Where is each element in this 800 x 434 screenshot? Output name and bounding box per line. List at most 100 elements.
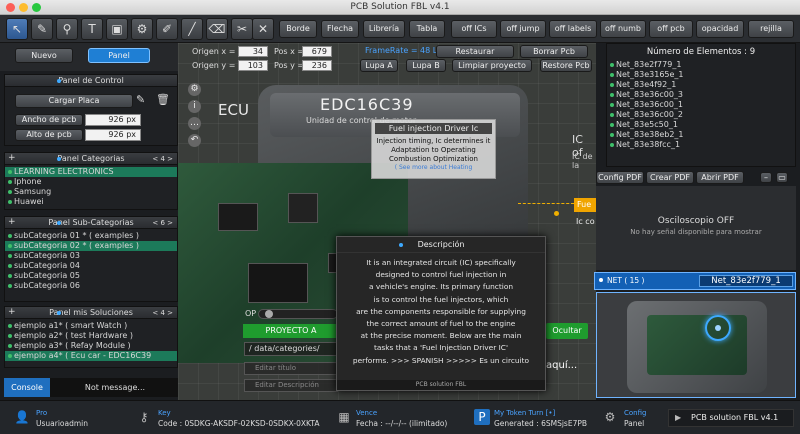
minimize-window-button[interactable] xyxy=(19,3,28,12)
brush-icon[interactable]: ✐ xyxy=(156,18,178,40)
lupa-b-button[interactable]: Lupa B xyxy=(406,59,446,72)
list-item[interactable]: subCategoria 04 xyxy=(5,261,177,271)
pos-x-field[interactable]: 679 xyxy=(302,46,332,57)
list-item[interactable]: Net_83e38eb2_1 xyxy=(607,130,795,140)
list-item[interactable]: ejemplo a4* ( Ecu car - EDC16C39 xyxy=(5,351,177,361)
gear-icon[interactable]: ⚙ xyxy=(602,409,618,425)
ancho-field[interactable]: 926 px xyxy=(85,114,141,126)
list-item[interactable]: LEARNING ELECTRONICS xyxy=(5,167,177,177)
tooltip-card: Fuel injection Driver Ic Injection timin… xyxy=(371,119,496,179)
config-pdf-button[interactable]: Config PDF xyxy=(596,171,644,184)
crear-pdf-button[interactable]: Crear PDF xyxy=(646,171,694,184)
fuel-label-box[interactable]: Fue xyxy=(574,198,596,212)
list-item[interactable]: Net_83e5c50_1 xyxy=(607,120,795,130)
list-item[interactable]: Net_83e3165e_1 xyxy=(607,70,795,80)
maximize-window-button[interactable] xyxy=(32,3,41,12)
chat-icon[interactable]: … xyxy=(188,117,201,130)
pin-icon[interactable]: ⚲ xyxy=(56,18,78,40)
borde-button[interactable]: Borde xyxy=(279,20,317,38)
list-item[interactable]: Net_83e38fcc_1 xyxy=(607,140,795,150)
rejilla-button[interactable]: rejilla xyxy=(748,20,794,38)
off-jump-button[interactable]: off jump xyxy=(500,20,546,38)
libreria-button[interactable]: Librería xyxy=(363,20,405,38)
add-icon[interactable]: + xyxy=(8,152,16,164)
console-tab[interactable]: Console xyxy=(4,378,50,397)
pencil-icon[interactable]: ✎ xyxy=(31,18,53,40)
line-icon[interactable]: ╱ xyxy=(181,18,203,40)
list-item[interactable]: subCategoria 02 * ( examples ) xyxy=(5,241,177,251)
chip-icon[interactable]: ▣ xyxy=(106,18,128,40)
token-value: Generated : 6SMSjsE7PB xyxy=(494,419,588,428)
op-slider[interactable] xyxy=(258,309,338,319)
abrir-pdf-button[interactable]: Abrir PDF xyxy=(696,171,744,184)
soluciones-pager[interactable]: < 4 > xyxy=(152,307,173,319)
list-item[interactable]: Net_83e36c00_2 xyxy=(607,110,795,120)
brush-icon[interactable]: ✎ xyxy=(136,93,150,107)
list-item[interactable]: Net_83e4f92_1 xyxy=(607,80,795,90)
list-item[interactable]: subCategoria 01 * ( examples ) xyxy=(5,231,177,241)
editar-titulo-field[interactable]: Editar título xyxy=(244,362,338,375)
borrar-pcb-button[interactable]: Borrar Pcb xyxy=(520,45,588,58)
expand-panel-icon[interactable]: ▭ xyxy=(776,172,788,183)
list-item[interactable]: ejemplo a3* ( Refay Module ) xyxy=(5,341,177,351)
net-name-field[interactable]: Net_83e2f779_1 xyxy=(699,275,793,287)
restaurar-button[interactable]: Restaurar xyxy=(436,45,514,58)
list-item[interactable]: ejemplo a1* ( smart Watch ) xyxy=(5,321,177,331)
list-item[interactable]: ejemplo a2* ( test Hardware ) xyxy=(5,331,177,341)
path-field[interactable]: / data/categories/ xyxy=(244,342,338,356)
eraser-icon[interactable]: ⌫ xyxy=(206,18,228,40)
pos-x-label: Pos x = xyxy=(274,47,305,56)
alto-field[interactable]: 926 px xyxy=(85,129,141,141)
window-title: PCB Solution FBL v4.1 xyxy=(350,2,450,12)
info-icon[interactable]: i xyxy=(188,100,201,113)
categorias-pager[interactable]: < 4 > xyxy=(152,153,173,165)
off-ics-button[interactable]: off ICs xyxy=(451,20,497,38)
add-icon[interactable]: + xyxy=(8,216,16,228)
off-numb-button[interactable]: off numb xyxy=(600,20,646,38)
list-item[interactable]: Net_83e2f779_1 xyxy=(607,60,795,70)
gear-icon[interactable]: ⚙ xyxy=(188,83,201,96)
project-button[interactable]: PROYECTO A xyxy=(243,324,339,338)
undo-icon[interactable]: ↶ xyxy=(188,134,201,147)
off-pcb-button[interactable]: off pcb xyxy=(649,20,693,38)
off-labels-button[interactable]: off labels xyxy=(549,20,597,38)
tool-icon[interactable]: ✂ xyxy=(231,18,253,40)
editar-descripcion-field[interactable]: Editar Descripción xyxy=(244,379,338,392)
close-window-button[interactable] xyxy=(6,3,15,12)
flecha-button[interactable]: Flecha xyxy=(321,20,359,38)
elementos-title: Número de Elementos : 9 xyxy=(646,47,756,57)
list-item[interactable]: subCategoria 03 xyxy=(5,251,177,261)
cargar-placa-button[interactable]: Cargar Placa xyxy=(15,94,133,108)
panel-tab[interactable]: Panel xyxy=(88,48,150,63)
lupa-a-button[interactable]: Lupa A xyxy=(360,59,398,72)
minimize-panel-icon[interactable]: – xyxy=(760,172,772,183)
opacidad-button[interactable]: opacidad xyxy=(696,20,744,38)
limpiar-proyecto-button[interactable]: Limpiar proyecto xyxy=(452,59,532,72)
list-item[interactable]: Net_83e36c00_1 xyxy=(607,100,795,110)
component-icon[interactable]: ⚙ xyxy=(131,18,153,40)
pointer-icon[interactable]: ↖ xyxy=(6,18,28,40)
list-item[interactable]: Iphone xyxy=(5,177,177,187)
list-item[interactable]: subCategoria 05 xyxy=(5,271,177,281)
subcategorias-pager[interactable]: < 6 > xyxy=(152,217,173,229)
ocultar-button[interactable]: Ocultar xyxy=(546,323,588,339)
list-item[interactable]: Samsung xyxy=(5,187,177,197)
text-icon[interactable]: T xyxy=(81,18,103,40)
net-preview[interactable] xyxy=(596,292,796,398)
origen-x-field[interactable]: 34 xyxy=(238,46,268,57)
tooltip-link[interactable]: ( See more about Heating xyxy=(372,164,495,172)
trash-icon[interactable]: 🗑 xyxy=(156,93,170,107)
vence-value: Fecha : --/--/-- (ilimitado) xyxy=(356,419,448,428)
nuevo-tab[interactable]: Nuevo xyxy=(15,48,73,63)
wrench-icon[interactable]: ✕ xyxy=(252,18,274,40)
list-item[interactable]: Net_83e36c00_3 xyxy=(607,90,795,100)
list-item[interactable]: Huawei xyxy=(5,197,177,207)
add-icon[interactable]: + xyxy=(8,306,16,318)
net-bar[interactable]: NET ( 15 ) Net_83e2f779_1 xyxy=(594,272,796,290)
app-badge: ▶ PCB solution FBL v4.1 xyxy=(668,409,794,427)
restore-pcb-button[interactable]: Restore Pcb xyxy=(540,59,592,72)
ancho-label: Ancho de pcb xyxy=(15,114,83,126)
tabla-button[interactable]: Tabla xyxy=(409,20,445,38)
list-item[interactable]: subCategoria 06 xyxy=(5,281,177,291)
connector-line xyxy=(518,203,574,204)
